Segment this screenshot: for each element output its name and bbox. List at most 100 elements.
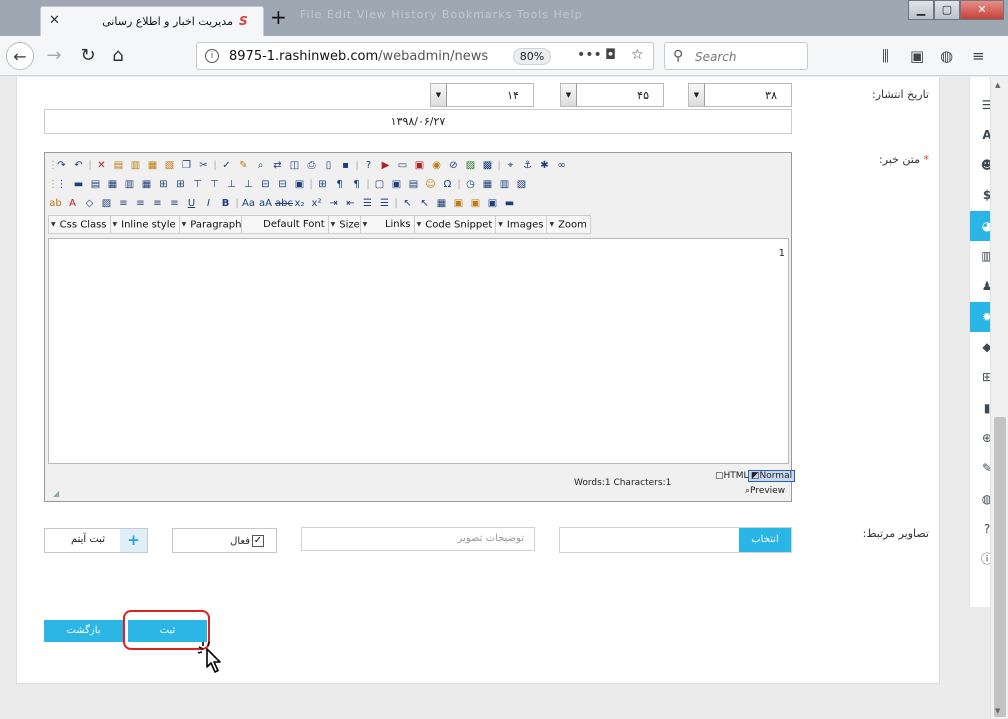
paragraph-icon[interactable]: ¶ (332, 177, 347, 192)
clean-icon[interactable]: ✎ (236, 158, 251, 173)
special-char-icon[interactable]: Ω (440, 177, 455, 192)
normal-mode-tab[interactable]: ◩Normal (748, 470, 796, 482)
clock-icon[interactable]: ◷ (463, 177, 478, 192)
cut-icon[interactable]: ✂ (196, 158, 211, 173)
smiley-icon[interactable]: ☺ (423, 177, 438, 192)
grid-icon[interactable]: ▦ (434, 196, 449, 211)
date-select-3[interactable]: ▼ ۱۴ (430, 83, 534, 107)
info-icon[interactable]: ⓘ (970, 544, 990, 574)
zoom-icon[interactable]: ⊕ (970, 423, 990, 453)
unlink-icon[interactable]: ∞ (554, 158, 569, 173)
search-box[interactable]: ⚲ Search (664, 42, 808, 70)
help-icon[interactable]: ? (970, 514, 990, 544)
subscript-icon[interactable]: x₂ (292, 196, 307, 211)
box-icon[interactable]: ▣ (389, 177, 404, 192)
send-back-icon[interactable]: ▣ (468, 196, 483, 211)
paste-text-icon[interactable]: ▥ (128, 158, 143, 173)
eraser-icon[interactable]: ◇ (82, 196, 97, 211)
tags-icon[interactable]: ◆ (970, 332, 990, 362)
delete-col-icon[interactable]: ⊥ (224, 177, 239, 192)
align-center-icon[interactable]: ≡ (150, 196, 165, 211)
font-size-down-icon[interactable]: aA (258, 196, 273, 211)
new-doc-icon[interactable]: ▯ (321, 158, 336, 173)
flash-icon[interactable]: ◉ (429, 158, 444, 173)
scroll-down-icon[interactable]: ▼ (995, 707, 1000, 715)
table-props-icon[interactable]: ▦ (105, 177, 120, 192)
pocket-icon[interactable]: ◘ (605, 47, 616, 63)
horizontal-line-icon[interactable]: ▬ (502, 196, 517, 211)
new-tab-button[interactable]: + (270, 7, 287, 27)
editor-content-area[interactable]: 1 (48, 238, 789, 464)
html-mode-tab[interactable]: ▢HTML (715, 471, 749, 481)
replace-icon[interactable]: ⇄ (270, 158, 285, 173)
date-select-1[interactable]: ▼ ۳۸ (688, 83, 792, 107)
forward-button[interactable]: → (40, 42, 68, 70)
back-button[interactable]: بازگشت (44, 620, 123, 642)
image-select-field[interactable]: انتخاب (559, 527, 792, 553)
url-text[interactable]: 8975-1.rashinweb.com/webadmin/news (229, 49, 488, 64)
print-icon[interactable]: ⎙ (304, 158, 319, 173)
save-icon[interactable]: ▪ (338, 158, 353, 173)
list-insert-icon[interactable]: ⋮ (54, 177, 69, 192)
table-grid-icon[interactable]: ▦ (139, 177, 154, 192)
select-icon[interactable]: ↖ (400, 196, 415, 211)
sidebar-toggle-icon[interactable]: ▣ (910, 47, 924, 65)
hr-icon[interactable]: ▬ (71, 177, 86, 192)
paste-word-icon[interactable]: ▦ (145, 158, 160, 173)
bullet-list-icon[interactable]: ☰ (360, 196, 375, 211)
font-color-icon[interactable]: A (65, 196, 80, 211)
scrollbar-thumb[interactable] (994, 417, 1006, 717)
dollar-icon[interactable]: $ (970, 180, 990, 210)
hyperlink-icon[interactable]: ✱ (537, 158, 552, 173)
windows-icon[interactable]: ⊞ (970, 362, 990, 392)
link-icon[interactable]: ⊘ (446, 158, 461, 173)
media-gallery-icon[interactable]: ▧ (514, 177, 529, 192)
size-dropdown[interactable]: ▼ Size (329, 216, 361, 233)
italic-icon[interactable]: I (201, 196, 216, 211)
find-icon[interactable]: ⌕ (253, 158, 268, 173)
frame-icon[interactable]: ▢ (372, 177, 387, 192)
insert-row-above-icon[interactable]: ⊞ (156, 177, 171, 192)
insert-icon[interactable]: ⌖ (503, 158, 518, 173)
template-icon[interactable]: ▤ (406, 177, 421, 192)
globe-icon[interactable]: ◍ (970, 484, 990, 514)
underline-icon[interactable]: U (184, 196, 199, 211)
insert-row-below-icon[interactable]: ⊞ (173, 177, 188, 192)
anchor-icon[interactable]: ⚓ (520, 158, 535, 173)
align-left-icon[interactable]: ≡ (167, 196, 182, 211)
reload-button[interactable]: ↻ (74, 42, 102, 70)
strikethrough-icon[interactable]: abc (275, 196, 293, 211)
preview-icon[interactable]: ◫ (287, 158, 302, 173)
cell-props-icon[interactable]: ▣ (292, 177, 307, 192)
zoom-dropdown[interactable]: ▼ Zoom (547, 216, 589, 233)
delete-icon[interactable]: ✕ (94, 158, 109, 173)
list-icon[interactable]: ☰ (970, 90, 990, 120)
date-select-2[interactable]: ▼ ۴۵ (560, 83, 664, 107)
site-info-icon[interactable]: i (205, 49, 219, 63)
image-icon[interactable]: ▨ (463, 158, 478, 173)
form-icon[interactable]: ▦ (480, 177, 495, 192)
document-props-icon[interactable]: ▥ (497, 177, 512, 192)
undo-icon[interactable]: ↶ (71, 158, 86, 173)
redo-icon[interactable]: ↷ (54, 158, 69, 173)
borders-icon[interactable]: ⊞ (315, 177, 330, 192)
select-image-button[interactable]: انتخاب (739, 528, 791, 552)
home-button[interactable]: ⌂ (104, 42, 132, 70)
active-checkbox[interactable]: ✓ (252, 535, 264, 547)
users-icon[interactable]: ☻ (970, 150, 990, 180)
library-icon[interactable]: ⫼ (882, 47, 889, 65)
user-icon[interactable]: ♟ (970, 271, 990, 301)
wrench-icon[interactable]: ✎ (970, 453, 990, 483)
date-input[interactable]: ۱۳۹۸/۰۶/۲۷ (44, 109, 792, 134)
pointer-icon[interactable]: ↖ (417, 196, 432, 211)
bookmark-star-icon[interactable]: ☆ (631, 47, 644, 63)
highlight-color-icon[interactable]: ab (48, 196, 63, 211)
split-cell-icon[interactable]: ⊟ (275, 177, 290, 192)
resize-handle-icon[interactable]: ◢ (53, 489, 59, 498)
superscript-icon[interactable]: x² (309, 196, 324, 211)
table-icon[interactable]: ▤ (88, 177, 103, 192)
document-icon[interactable]: ▮ (970, 393, 990, 423)
number-list-icon[interactable]: ☰ (377, 196, 392, 211)
preview-mode-tab[interactable]: ⌕Preview (745, 486, 785, 496)
table-row-icon[interactable]: ▥ (122, 177, 137, 192)
